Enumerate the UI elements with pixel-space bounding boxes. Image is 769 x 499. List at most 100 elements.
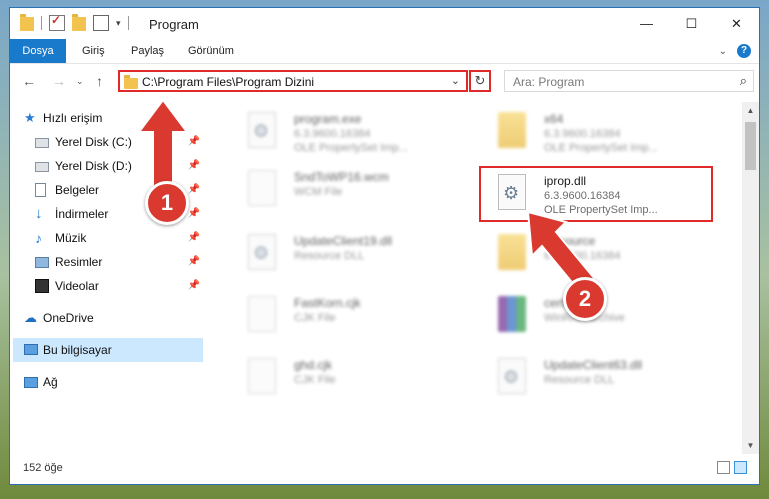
ribbon-tabs: Dosya Giriş Paylaş Görünüm ⌄ ? [10,39,759,64]
quick-access-toolbar: ▾ [20,13,129,31]
scroll-down-arrow-icon[interactable]: ▼ [742,437,759,454]
file-description: OLE PropertySet Imp... [294,142,408,154]
file-name: iprop.dll [544,174,587,188]
file-item[interactable]: program.exe 6.3.9600.16384 OLE PropertyS… [224,106,444,156]
drive-icon [35,138,49,148]
title-bar: ▾ Program — ☐ ✕ [10,8,759,39]
address-bar[interactable]: C:\Program Files\Program Dizini ⌄ [118,70,468,92]
file-type: Resource DLL [544,374,615,386]
sidebar-item-onedrive[interactable]: ☁ OneDrive [10,306,203,330]
star-icon: ★ [24,110,36,125]
file-type: CJK File [294,312,336,324]
exe-icon [248,112,276,148]
sidebar-item-label: Belgeler [55,183,100,197]
back-arrow-icon[interactable]: ← [22,73,36,89]
search-input[interactable]: Ara: Program [513,75,584,89]
forward-arrow-icon[interactable]: → [52,73,66,89]
file-item[interactable]: ghd.cjk CJK File [224,352,444,402]
sidebar-item-label: Resimler [55,255,103,269]
tab-share[interactable]: Paylaş [131,39,164,63]
dll-gear-icon [498,174,526,210]
search-box[interactable]: Ara: Program ⌕ [504,70,754,92]
sidebar-item-label: Müzik [55,231,87,245]
sidebar-item-pictures[interactable]: Resimler 📌 [10,250,203,274]
status-bar: 152 öğe [10,454,759,484]
document-icon [248,358,276,394]
pin-icon: 📌 [187,280,200,291]
sidebar-item-label: Videolar [55,279,99,293]
ribbon-right-controls: ⌄ ? [719,44,751,58]
file-name: program.exe [294,112,362,126]
sidebar-item-label: Ağ [43,375,58,389]
view-toggle [717,461,747,474]
toolbar-divider [41,16,42,30]
address-path[interactable]: C:\Program Files\Program Dizini [142,75,314,89]
sidebar-item-label: Yerel Disk (C:) [55,135,132,149]
folder-icon [498,112,526,148]
file-version: 6.3.9600.16384 [544,190,621,202]
scroll-up-arrow-icon[interactable]: ▲ [742,102,759,119]
file-name: UpdateClient19.dll [294,234,393,248]
folder-icon[interactable] [20,14,34,31]
up-arrow-icon[interactable]: ↑ [96,73,103,89]
sidebar-item-label: Hızlı erişim [43,111,103,125]
explorer-window: ▾ Program — ☐ ✕ Dosya Giriş Paylaş Görün… [9,7,760,485]
pin-icon: 📌 [187,232,200,243]
file-item[interactable]: UpdateClient63.dll Resource DLL [474,352,694,402]
item-count: 152 öğe [23,462,63,474]
file-type: CJK File [294,374,336,386]
cloud-icon: ☁ [24,310,37,325]
vertical-scrollbar[interactable]: ▲ ▼ [742,102,759,454]
scroll-thumb[interactable] [745,122,756,170]
file-item[interactable]: SndToWP16.wcm WCM File [224,164,444,214]
details-view-icon[interactable] [717,461,730,474]
pictures-icon [35,257,49,268]
refresh-button[interactable]: ↻ [469,70,491,92]
minimize-button[interactable]: — [624,8,669,39]
search-icon[interactable]: ⌕ [740,73,747,89]
file-description: OLE PropertySet Imp... [544,142,658,154]
properties-check-icon[interactable] [49,13,65,31]
documents-icon [35,183,46,197]
document-icon [248,170,276,206]
refresh-icon: ↻ [474,73,486,88]
tab-file[interactable]: Dosya [10,39,66,63]
tab-home[interactable]: Giriş [82,39,105,63]
download-icon: ↓ [35,205,43,222]
address-history-chevron-icon[interactable]: ⌄ [451,74,460,87]
new-folder-icon[interactable] [72,14,86,31]
close-button[interactable]: ✕ [714,8,759,39]
toolbar-divider [127,16,129,30]
file-item[interactable]: x64 6.3.9600.16384 OLE PropertySet Imp..… [474,106,694,156]
tab-view[interactable]: Görünüm [188,39,234,63]
sidebar-item-label: İndirmeler [55,207,109,221]
file-type: WCM File [294,186,343,198]
expand-ribbon-chevron-icon[interactable]: ⌄ [719,46,727,57]
annotation-badge-1: 1 [145,181,189,225]
annotation-badge-2: 2 [563,277,607,321]
file-name: ghd.cjk [294,358,333,372]
file-item[interactable]: UpdateClient19.dll Resource DLL [224,228,444,278]
sidebar-item-videos[interactable]: Videolar 📌 [10,274,203,298]
sidebar-item-network[interactable]: Ağ [10,370,203,394]
maximize-button[interactable]: ☐ [669,8,714,39]
customize-toolbar-chevron-icon[interactable]: ▾ [116,18,121,29]
large-icons-view-icon[interactable] [734,461,747,474]
window-title: Program [149,17,199,32]
recent-locations-chevron-icon[interactable]: ⌄ [76,76,84,87]
address-folder-icon [124,75,138,89]
file-item[interactable]: FastKorn.cjk CJK File [224,290,444,340]
list-properties-icon[interactable] [93,15,109,31]
computer-icon [24,344,38,355]
file-version: 6.3.9600.16384 [544,128,621,140]
help-icon[interactable]: ? [737,44,751,58]
sidebar-item-music[interactable]: ♪ Müzik 📌 [10,226,203,250]
file-list: program.exe 6.3.9600.16384 OLE PropertyS… [210,102,740,454]
music-icon: ♪ [35,230,42,246]
file-name: UpdateClient63.dll [544,358,643,372]
sidebar-item-this-pc[interactable]: Bu bilgisayar [13,338,203,362]
videos-icon [35,279,49,293]
document-icon [248,296,276,332]
navigation-bar: ← → ⌄ ↑ C:\Program Files\Program Dizini … [10,64,759,98]
sidebar-item-label: OneDrive [43,311,94,325]
